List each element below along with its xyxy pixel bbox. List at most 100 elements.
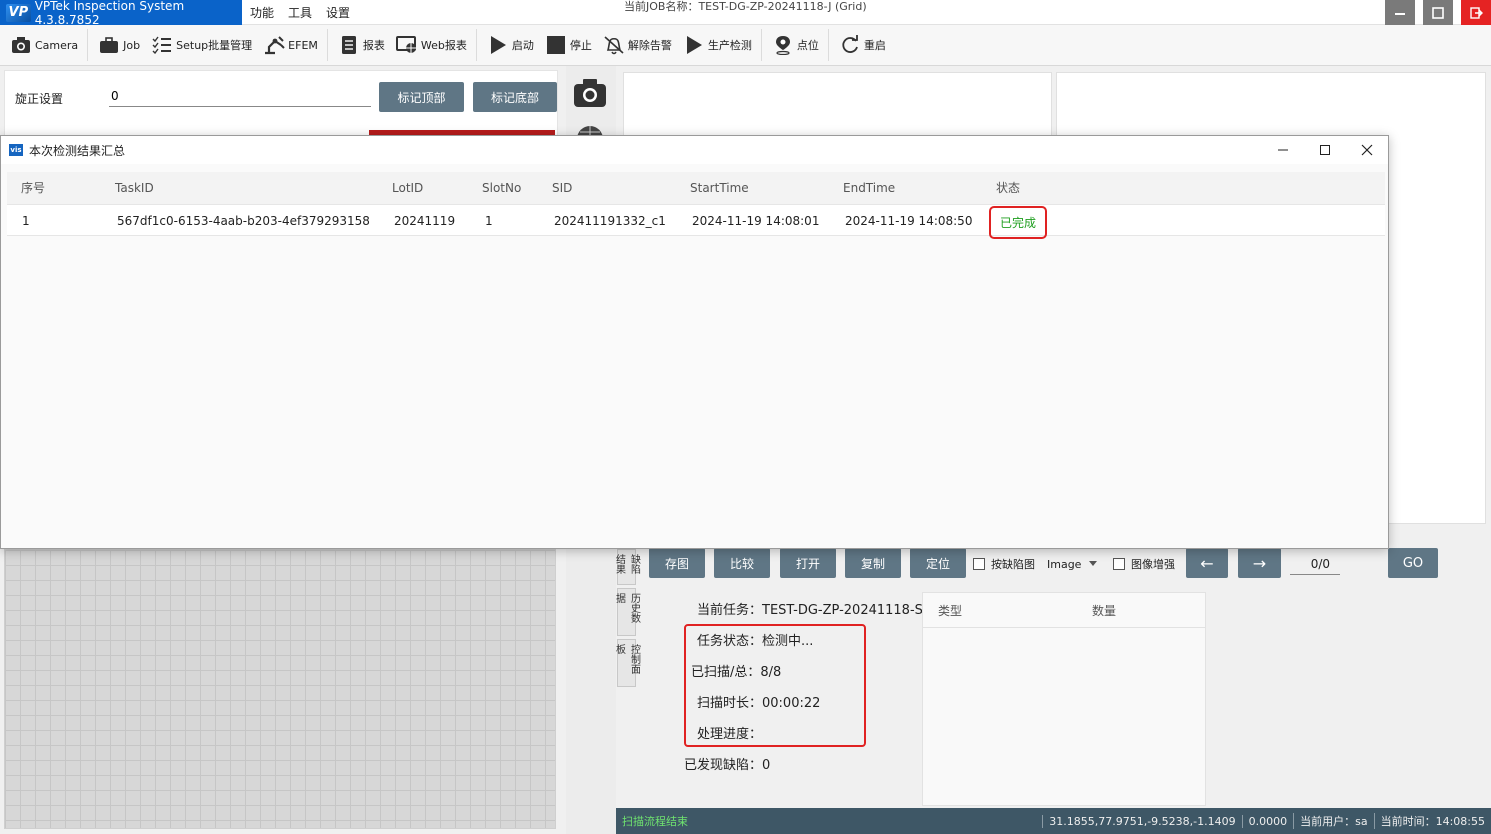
table-row[interactable]: 1 567df1c0-6153-4aab-b203-4ef379293158 2… — [7, 204, 1385, 239]
col-type: 类型 — [938, 603, 963, 618]
enhance-checkbox[interactable]: 图像增强 — [1113, 556, 1175, 572]
toolbar-start-label: 启动 — [511, 39, 534, 52]
copy-button[interactable]: 复制 — [845, 548, 901, 578]
minimize-icon — [1278, 149, 1288, 151]
status-value: 0.0000 — [1241, 814, 1294, 828]
row-task-id: 567df1c0-6153-4aab-b203-4ef379293158 — [117, 214, 370, 228]
maximize-icon — [1320, 145, 1330, 155]
defect-table-header: 类型 数量 — [923, 593, 1205, 628]
exit-button[interactable] — [1461, 0, 1491, 25]
toolbar-stop-button[interactable]: 停止 — [543, 29, 601, 61]
col-start-time: StartTime — [690, 181, 749, 195]
capture-button[interactable] — [573, 76, 607, 110]
tab-defect-result[interactable]: 缺陷结果 — [614, 549, 640, 585]
col-end-time: EndTime — [843, 181, 896, 195]
row-lot-id: 20241119 — [394, 214, 456, 228]
task-status-highlight — [684, 624, 866, 747]
result-table-header: 序号 TaskID LotID SlotNo SID StartTime End… — [7, 172, 1385, 204]
toolbar-camera-label: Camera — [35, 38, 79, 52]
camera-icon — [10, 34, 32, 56]
toolbar-web-report-button[interactable]: Web报表 — [394, 29, 477, 61]
open-button[interactable]: 打开 — [780, 548, 836, 578]
col-task-id: TaskID — [115, 181, 154, 195]
page-counter[interactable]: 0/0 — [1290, 553, 1340, 575]
robot-arm-icon — [263, 34, 285, 56]
title-bar: VP VPTek Inspection System 4.3.8.7852 功能… — [0, 0, 1491, 27]
col-count: 数量 — [1092, 603, 1117, 618]
by-defect-checkbox[interactable]: 按缺陷图 — [973, 556, 1035, 572]
maximize-button[interactable] — [1423, 0, 1453, 25]
go-button[interactable]: GO — [1388, 548, 1438, 578]
toolbar-setup-button[interactable]: Setup批量管理 — [149, 29, 261, 61]
tab-history-data[interactable]: 历史数据 — [614, 588, 640, 636]
toolbar-camera-button[interactable]: Camera — [8, 29, 89, 61]
toolbar-stop-label: 停止 — [569, 39, 592, 52]
current-job-label: 当前JOB名称：TEST-DG-ZP-20241118-J (Grid) — [624, 0, 867, 13]
report-icon — [338, 34, 360, 56]
toolbar-points-button[interactable]: 点位 — [770, 29, 829, 61]
dialog-maximize-button[interactable] — [1304, 136, 1346, 164]
row-end-time: 2024-11-19 14:08:50 — [845, 214, 973, 228]
tab-control-panel[interactable]: 控制面板 — [614, 639, 640, 687]
side-tabs: 缺陷结果 历史数据 控制面板 — [614, 549, 640, 690]
checklist-icon — [151, 34, 173, 56]
next-button[interactable]: → — [1238, 548, 1281, 578]
toolbar-job-button[interactable]: Job — [96, 29, 149, 61]
menu-settings[interactable]: 设置 — [326, 4, 350, 21]
row-slot-no: 1 — [485, 214, 493, 228]
checkbox-box — [973, 558, 985, 570]
exit-icon — [1470, 6, 1483, 19]
row-sid: 202411191332_c1 — [554, 214, 666, 228]
dialog-close-button[interactable] — [1346, 136, 1388, 164]
menu-tools[interactable]: 工具 — [288, 4, 312, 21]
mark-top-button[interactable]: 标记顶部 — [379, 82, 464, 112]
briefcase-icon — [98, 34, 120, 56]
dialog-title: 本次检测结果汇总 — [29, 143, 126, 158]
compare-button[interactable]: 比较 — [714, 548, 770, 578]
defects-found: 已发现缺陷：0 — [684, 758, 771, 773]
wafer-grid-map[interactable] — [4, 549, 556, 829]
toolbar-start-button[interactable]: 启动 — [485, 29, 543, 61]
col-lot-id: LotID — [392, 181, 424, 195]
result-table: 序号 TaskID LotID SlotNo SID StartTime End… — [7, 172, 1385, 239]
toolbar-restart-label: 重启 — [863, 39, 886, 52]
image-type-select[interactable]: Image — [1044, 555, 1100, 573]
toolbar-efem-button[interactable]: EFEM — [261, 29, 328, 61]
main-toolbar: Camera Job Setup批量管理 EFEM 报表 Web报表 启动 停止… — [0, 25, 1491, 66]
menu-function[interactable]: 功能 — [250, 4, 274, 21]
toolbar-production-button[interactable]: 生产检测 — [681, 29, 762, 61]
status-user: 当前用户：sa — [1293, 813, 1373, 829]
menu-bar: 功能 工具 设置 — [250, 0, 350, 25]
prev-button[interactable]: ← — [1186, 548, 1228, 578]
play-icon — [683, 34, 705, 56]
play-icon — [487, 34, 509, 56]
locate-button[interactable]: 定位 — [910, 548, 966, 578]
defect-summary-table: 类型 数量 — [922, 592, 1206, 806]
rotation-input[interactable] — [109, 85, 371, 107]
col-status: 状态 — [996, 181, 1021, 195]
dialog-app-icon: vis — [9, 144, 23, 156]
image-view-top — [623, 72, 1052, 136]
window-controls — [1385, 0, 1491, 25]
result-summary-dialog: vis 本次检测结果汇总 序号 TaskID LotID SlotNo SID … — [0, 135, 1389, 549]
toolbar-report-button[interactable]: 报表 — [336, 29, 394, 61]
location-pin-icon — [772, 34, 794, 56]
minimize-icon — [1395, 12, 1405, 15]
toolbar-clear-alarm-button[interactable]: 解除告警 — [601, 29, 681, 61]
status-badge: 已完成 — [989, 206, 1047, 239]
col-slot-no: SlotNo — [482, 181, 522, 195]
refresh-icon — [839, 34, 861, 56]
toolbar-points-label: 点位 — [796, 39, 819, 52]
save-image-button[interactable]: 存图 — [649, 548, 705, 578]
minimize-button[interactable] — [1385, 0, 1415, 25]
toolbar-setup-label: Setup批量管理 — [176, 39, 253, 52]
current-task: 当前任务：TEST-DG-ZP-20241118-S — [697, 603, 923, 618]
toolbar-restart-button[interactable]: 重启 — [837, 29, 895, 61]
camera-icon — [574, 79, 606, 107]
rotation-settings-panel: 旋正设置 标记顶部 标记底部 — [4, 70, 558, 136]
col-sid: SID — [552, 181, 573, 195]
mark-bottom-button[interactable]: 标记底部 — [473, 82, 557, 112]
status-bar: 扫描流程结束 31.1855,77.9751,-9.5238,-1.1409 0… — [616, 808, 1491, 834]
dialog-minimize-button[interactable] — [1262, 136, 1304, 164]
toolbar-job-label: Job — [123, 38, 141, 52]
